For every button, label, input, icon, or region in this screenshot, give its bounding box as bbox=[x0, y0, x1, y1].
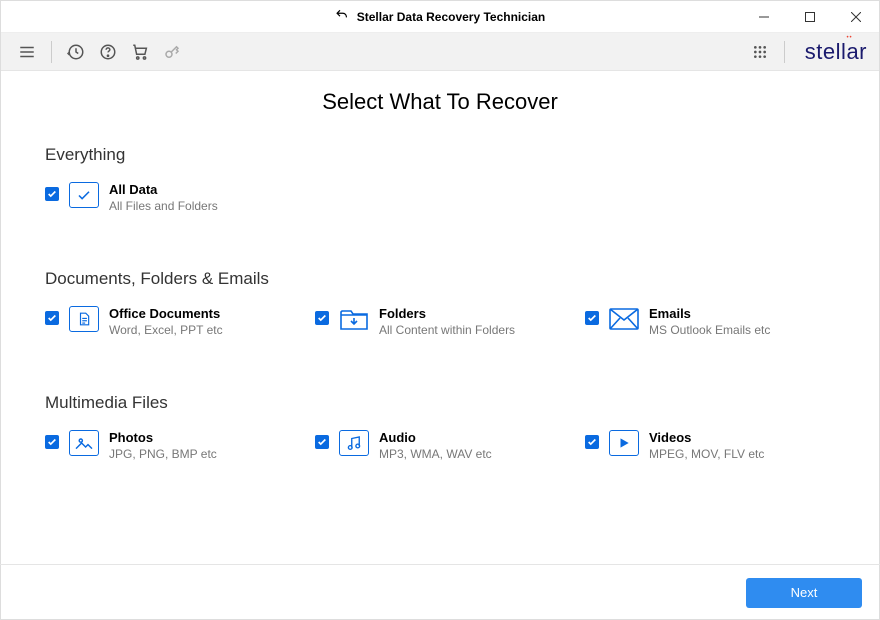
option-desc: MP3, WMA, WAV etc bbox=[379, 447, 492, 463]
checkbox-all-data[interactable] bbox=[45, 187, 59, 201]
document-icon bbox=[69, 306, 99, 332]
section-title: Documents, Folders & Emails bbox=[45, 269, 835, 289]
option-title: Folders bbox=[379, 305, 515, 323]
option-audio[interactable]: Audio MP3, WMA, WAV etc bbox=[315, 429, 565, 463]
photos-icon bbox=[69, 430, 99, 456]
toolbar-divider bbox=[51, 41, 52, 63]
main-content: Select What To Recover Everything All Da… bbox=[1, 71, 879, 462]
option-title: Videos bbox=[649, 429, 764, 447]
all-data-icon bbox=[69, 182, 99, 208]
history-button[interactable] bbox=[62, 38, 90, 66]
next-button[interactable]: Next bbox=[746, 578, 862, 608]
checkbox-photos[interactable] bbox=[45, 435, 59, 449]
option-all-data[interactable]: All Data All Files and Folders bbox=[45, 181, 307, 215]
section-everything: Everything All Data All Files and Folder… bbox=[45, 145, 835, 215]
checkbox-office-documents[interactable] bbox=[45, 311, 59, 325]
help-button[interactable] bbox=[94, 38, 122, 66]
option-videos[interactable]: Videos MPEG, MOV, FLV etc bbox=[585, 429, 835, 463]
page-title: Select What To Recover bbox=[45, 89, 835, 115]
window-controls bbox=[741, 1, 879, 33]
option-title: Audio bbox=[379, 429, 492, 447]
option-title: All Data bbox=[109, 181, 218, 199]
option-emails[interactable]: Emails MS Outlook Emails etc bbox=[585, 305, 835, 339]
key-button[interactable] bbox=[158, 38, 186, 66]
option-folders[interactable]: Folders All Content within Folders bbox=[315, 305, 565, 339]
audio-icon bbox=[339, 430, 369, 456]
option-title: Emails bbox=[649, 305, 770, 323]
option-photos[interactable]: Photos JPG, PNG, BMP etc bbox=[45, 429, 295, 463]
titlebar-title-group: Stellar Data Recovery Technician bbox=[335, 8, 546, 25]
toolbar: stell••ar bbox=[1, 33, 879, 71]
email-icon bbox=[609, 306, 639, 332]
option-desc: All Content within Folders bbox=[379, 323, 515, 339]
option-desc: MS Outlook Emails etc bbox=[649, 323, 770, 339]
checkbox-emails[interactable] bbox=[585, 311, 599, 325]
checkbox-videos[interactable] bbox=[585, 435, 599, 449]
option-desc: All Files and Folders bbox=[109, 199, 218, 215]
videos-icon bbox=[609, 430, 639, 456]
app-title: Stellar Data Recovery Technician bbox=[357, 10, 546, 24]
option-desc: JPG, PNG, BMP etc bbox=[109, 447, 217, 463]
option-office-documents[interactable]: Office Documents Word, Excel, PPT etc bbox=[45, 305, 295, 339]
cart-button[interactable] bbox=[126, 38, 154, 66]
minimize-button[interactable] bbox=[741, 1, 787, 33]
titlebar: Stellar Data Recovery Technician bbox=[1, 1, 879, 33]
footer: Next bbox=[0, 564, 880, 620]
checkbox-folders[interactable] bbox=[315, 311, 329, 325]
apps-button[interactable] bbox=[746, 38, 774, 66]
brand-logo: stell••ar bbox=[805, 39, 867, 65]
option-title: Photos bbox=[109, 429, 217, 447]
option-desc: MPEG, MOV, FLV etc bbox=[649, 447, 764, 463]
option-title: Office Documents bbox=[109, 305, 223, 323]
checkbox-audio[interactable] bbox=[315, 435, 329, 449]
option-desc: Word, Excel, PPT etc bbox=[109, 323, 223, 339]
maximize-button[interactable] bbox=[787, 1, 833, 33]
menu-button[interactable] bbox=[13, 38, 41, 66]
toolbar-divider bbox=[784, 41, 785, 63]
section-title: Everything bbox=[45, 145, 835, 165]
section-title: Multimedia Files bbox=[45, 393, 835, 413]
folder-icon bbox=[339, 306, 369, 332]
undo-icon bbox=[335, 8, 349, 25]
close-button[interactable] bbox=[833, 1, 879, 33]
section-multimedia: Multimedia Files Photos JPG, PNG, BMP et… bbox=[45, 393, 835, 463]
section-documents: Documents, Folders & Emails Office Docum… bbox=[45, 269, 835, 339]
